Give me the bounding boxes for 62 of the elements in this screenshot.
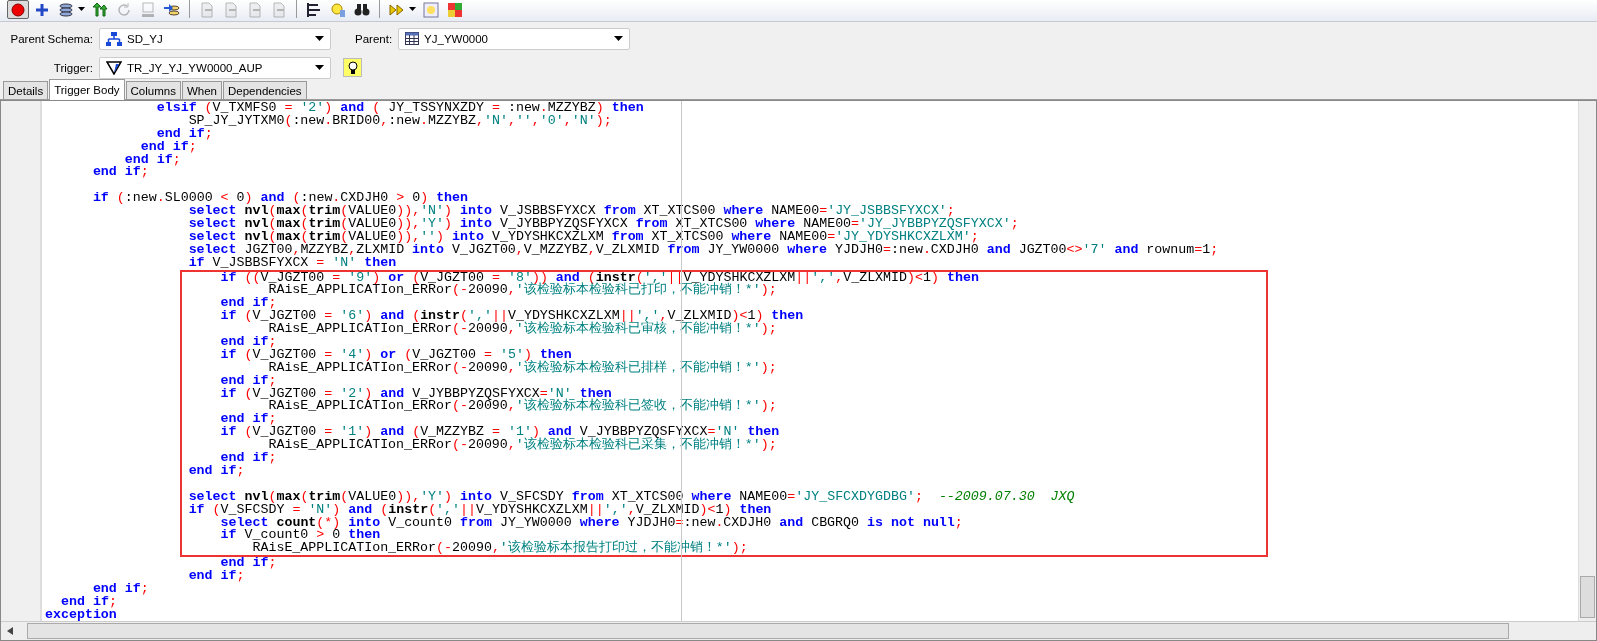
code-line: select nvl(max(trim(VALUE0)),'N') into V_JSBBSFYXCX from XT_XTCS00 where NAME00='JY_JSBBSFYXCX';	[187, 205, 955, 218]
code-line: end if;	[219, 413, 277, 427]
parent-dropdown[interactable]: YJ_YW0000	[398, 27, 631, 50]
binoculars-icon	[354, 1, 370, 18]
up-arrows-icon	[92, 1, 108, 18]
record-icon	[10, 1, 26, 18]
parent-schema-dropdown[interactable]: SD_YJ	[99, 27, 331, 50]
caret-icon	[315, 65, 324, 70]
code-line: end if;	[123, 153, 182, 167]
field-label: Parent:	[355, 32, 393, 45]
import-icon	[164, 1, 180, 18]
tab[interactable]: Trigger Body	[49, 79, 125, 100]
plus-icon	[34, 1, 50, 18]
code-line: end if;	[219, 336, 277, 349]
code-line: if (V_SFCSDY = 'N') and (instr(','||V_YDYSHKCXZLXM||',',V_ZLXMID)<1) then	[187, 503, 773, 517]
code-line: end if;	[187, 464, 246, 478]
code-line: select nvl(max(trim(VALUE0)),'Y') into V_JYBBPYZQSFYXCX from XT_XTCS00 where NAME00='JY_JYBBPYZQSFYXCX';	[187, 218, 1020, 231]
lightbulb-button[interactable]	[343, 58, 362, 77]
database-icon	[58, 1, 74, 18]
tab[interactable]: Columns	[125, 81, 181, 99]
list-icon	[306, 1, 322, 18]
code-line: if V_count0 > 0 then	[219, 529, 381, 543]
code-line: select JGZT00,MZZYBZ,ZLXMID into V_JGZT00,V_MZZYBZ,V_ZLXMID from JY_YW0000 where YJDJH0=:new.CXDJH0 and JGZT00<>'7' and rownum=1;	[187, 243, 1220, 257]
table-icon	[405, 32, 420, 45]
blocks-icon	[447, 1, 463, 18]
trigger-dropdown[interactable]: TR_JY_YJ_YW0000_AUP	[99, 56, 331, 79]
code-line: end if;	[219, 452, 278, 465]
code-line: end if;	[187, 570, 246, 583]
caret-icon[interactable]	[78, 7, 85, 11]
code-line: end if;	[91, 166, 150, 180]
code-line: exception	[45, 608, 118, 622]
code-line: select nvl(max(trim(VALUE0)),'Y') into V_SFCSDY from XT_XTCS00 where NAME00='JY_SFCXDYGDBG'; --2009.07.30 JXQ	[187, 490, 1076, 504]
horizontal-scrollbar[interactable]	[1, 621, 1596, 640]
scroll-left-icon[interactable]	[7, 627, 13, 635]
code-line: end if;	[91, 582, 150, 596]
field-label: Trigger:	[52, 61, 93, 74]
code-line: if (:new.SL0000 < 0) and (:new.CXDJH0 > 0) then	[91, 192, 469, 206]
trigger-icon	[106, 60, 122, 75]
schema-tree-icon	[106, 31, 122, 46]
tab[interactable]: Dependencies	[223, 81, 307, 99]
field-label: Parent Schema:	[9, 32, 93, 45]
code-line: end if;	[219, 374, 277, 388]
tab[interactable]: When	[181, 81, 222, 99]
caret-icon	[614, 36, 624, 41]
tool-button[interactable]	[7, 0, 29, 19]
image-icon	[423, 1, 439, 18]
code-line: SP_JY_JYTXM0(:new.BRID00,:new.MZZYBZ,'N','','0','N');	[187, 114, 613, 128]
code-line: end if;	[219, 297, 277, 311]
caret-icon[interactable]	[409, 7, 416, 11]
code-line: end if;	[219, 557, 278, 571]
code-line: select nvl(max(trim(VALUE0)),'') into V_YDYSHKCXZLXM from XT_XTCS00 where NAME00='JY_YDYSHKCXZLXM';	[187, 230, 979, 244]
code-line: end if;	[139, 140, 198, 154]
caret-icon	[315, 36, 324, 41]
vertical-scrollbar[interactable]	[1578, 101, 1596, 622]
code-line: end if;	[60, 595, 118, 609]
refresh-icon	[116, 1, 132, 18]
tab[interactable]: Details	[3, 81, 49, 99]
code-line: if V_JSBBSFYXCX = 'N' then	[187, 256, 398, 270]
fast-forward-icon	[389, 1, 405, 18]
code-line: elsif (V_TXMFS0 = '2') and ( JY_TSSYNXZDY = :new.MZZYBZ) then	[155, 102, 645, 115]
code-line: RAisE_APPLICATIon_ERRor(-20090,'该检验标本报告打印过，不能冲销！*');	[251, 542, 749, 556]
code-line: end if;	[155, 127, 213, 141]
